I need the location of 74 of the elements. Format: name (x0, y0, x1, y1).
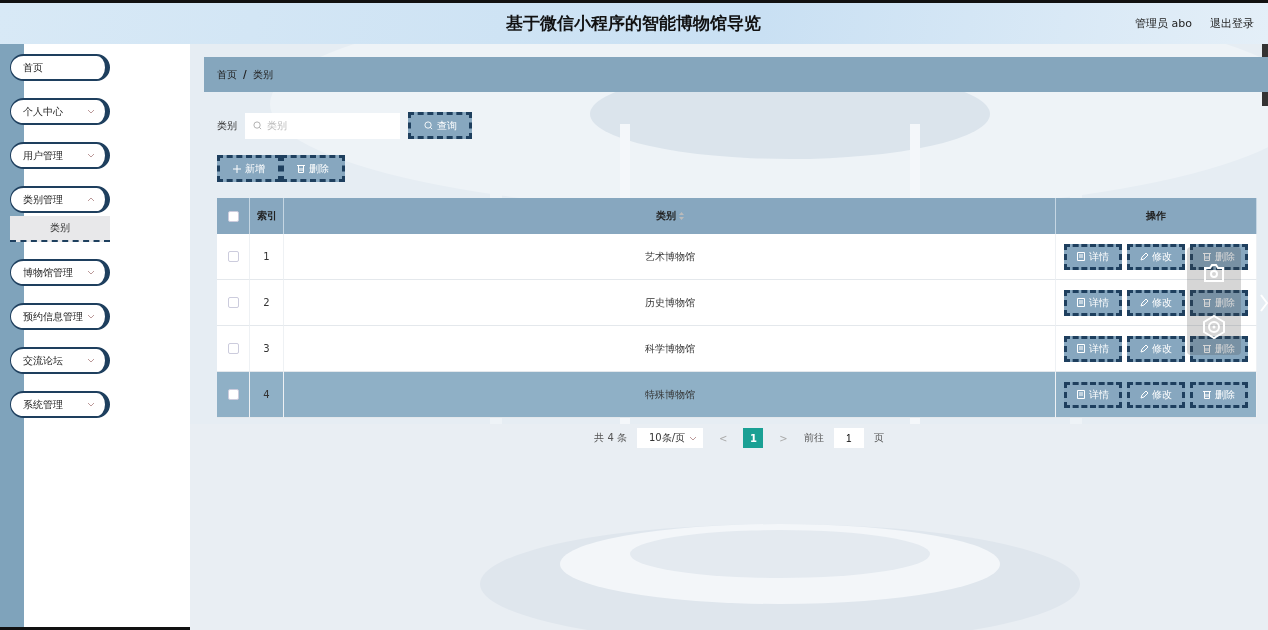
page-label: 页 (873, 431, 884, 445)
goto-label: 前往 (803, 431, 824, 445)
checkbox[interactable] (227, 210, 239, 222)
checkbox[interactable] (227, 389, 239, 400)
table-cell: 特殊博物馆 (284, 372, 1056, 418)
action-button[interactable]: 修改 (1127, 289, 1185, 316)
page-size-select[interactable]: 10条/页 (636, 428, 703, 448)
total-count: 共 4 条 (594, 431, 627, 445)
menu-item[interactable]: 博物馆管理 (10, 259, 110, 286)
menu-item[interactable]: 类别管理 (10, 186, 110, 213)
plus-icon (233, 164, 241, 173)
camera-icon[interactable] (1203, 263, 1225, 283)
app-title: 基于微信小程序的智能博物馆导览 (505, 12, 762, 35)
search-button[interactable]: 查询 (408, 112, 472, 139)
menu-item[interactable]: 首页 (10, 54, 110, 81)
action-button[interactable]: 修改 (1127, 243, 1185, 270)
action-button[interactable]: 修改 (1127, 335, 1185, 362)
action-button[interactable]: 删除 (1190, 243, 1248, 270)
table-cell: 艺术博物馆 (284, 234, 1056, 280)
table-cell: 1 (250, 234, 284, 280)
table-cell: 历史博物馆 (284, 280, 1056, 326)
menu-item[interactable]: 交流论坛 (10, 347, 110, 374)
search-icon (423, 121, 433, 130)
pencil-icon (1140, 344, 1148, 353)
delete-button[interactable]: 删除 (281, 155, 345, 182)
table-cell: 2 (250, 280, 284, 326)
breadcrumb-item: / (243, 69, 247, 80)
checkbox[interactable] (227, 297, 239, 308)
logout-link[interactable]: 退出登录 (1210, 16, 1254, 31)
trash-icon (1203, 298, 1211, 307)
pencil-icon (1140, 252, 1148, 261)
add-button[interactable]: 新增 (217, 155, 281, 182)
page-button[interactable]: 1 (743, 428, 764, 448)
document-icon (1077, 252, 1085, 261)
submenu-item[interactable]: 类别 (10, 216, 110, 242)
trash-icon (1203, 390, 1211, 399)
table-cell: 科学博物馆 (284, 326, 1056, 372)
trash-icon (1203, 344, 1211, 353)
action-button[interactable]: 删除 (1190, 289, 1248, 316)
menu-item[interactable]: 个人中心 (10, 98, 110, 125)
action-button[interactable]: 详情 (1064, 243, 1122, 270)
breadcrumb-item[interactable]: 首页 (217, 67, 237, 82)
sort-icon (678, 212, 684, 220)
action-button[interactable]: 详情 (1064, 289, 1122, 316)
column-header: 索引 (250, 198, 284, 234)
document-icon (1077, 298, 1085, 307)
pencil-icon (1140, 390, 1148, 399)
document-icon (1077, 390, 1085, 399)
document-icon (1077, 344, 1085, 353)
search-label: 类别 (217, 118, 237, 133)
action-button[interactable]: 删除 (1190, 335, 1248, 362)
prev-page-button[interactable]: < (712, 431, 734, 445)
checkbox[interactable] (227, 251, 239, 262)
chevron-right-icon[interactable] (1260, 294, 1268, 312)
pencil-icon (1140, 298, 1148, 307)
action-button[interactable]: 详情 (1064, 381, 1122, 408)
trash-icon (297, 164, 305, 173)
page-input[interactable]: 1 (833, 428, 864, 448)
menu-item[interactable]: 系统管理 (10, 391, 110, 418)
checkbox[interactable] (227, 343, 239, 354)
menu-item[interactable]: 用户管理 (10, 142, 110, 169)
menu-item[interactable]: 预约信息管理 (10, 303, 110, 330)
table-cell: 4 (250, 372, 284, 418)
breadcrumb-item: 类别 (252, 67, 273, 82)
action-button[interactable]: 详情 (1064, 335, 1122, 362)
target-icon[interactable] (1202, 315, 1226, 339)
next-page-button[interactable]: > (773, 431, 794, 445)
trash-icon (1203, 252, 1211, 261)
column-header: 类别 (284, 198, 1056, 234)
action-button[interactable]: 删除 (1190, 381, 1248, 408)
action-button[interactable]: 修改 (1127, 381, 1185, 408)
table-cell: 3 (250, 326, 284, 372)
user-label: 管理员 abo (1135, 16, 1192, 31)
column-header: 操作 (1056, 198, 1257, 234)
